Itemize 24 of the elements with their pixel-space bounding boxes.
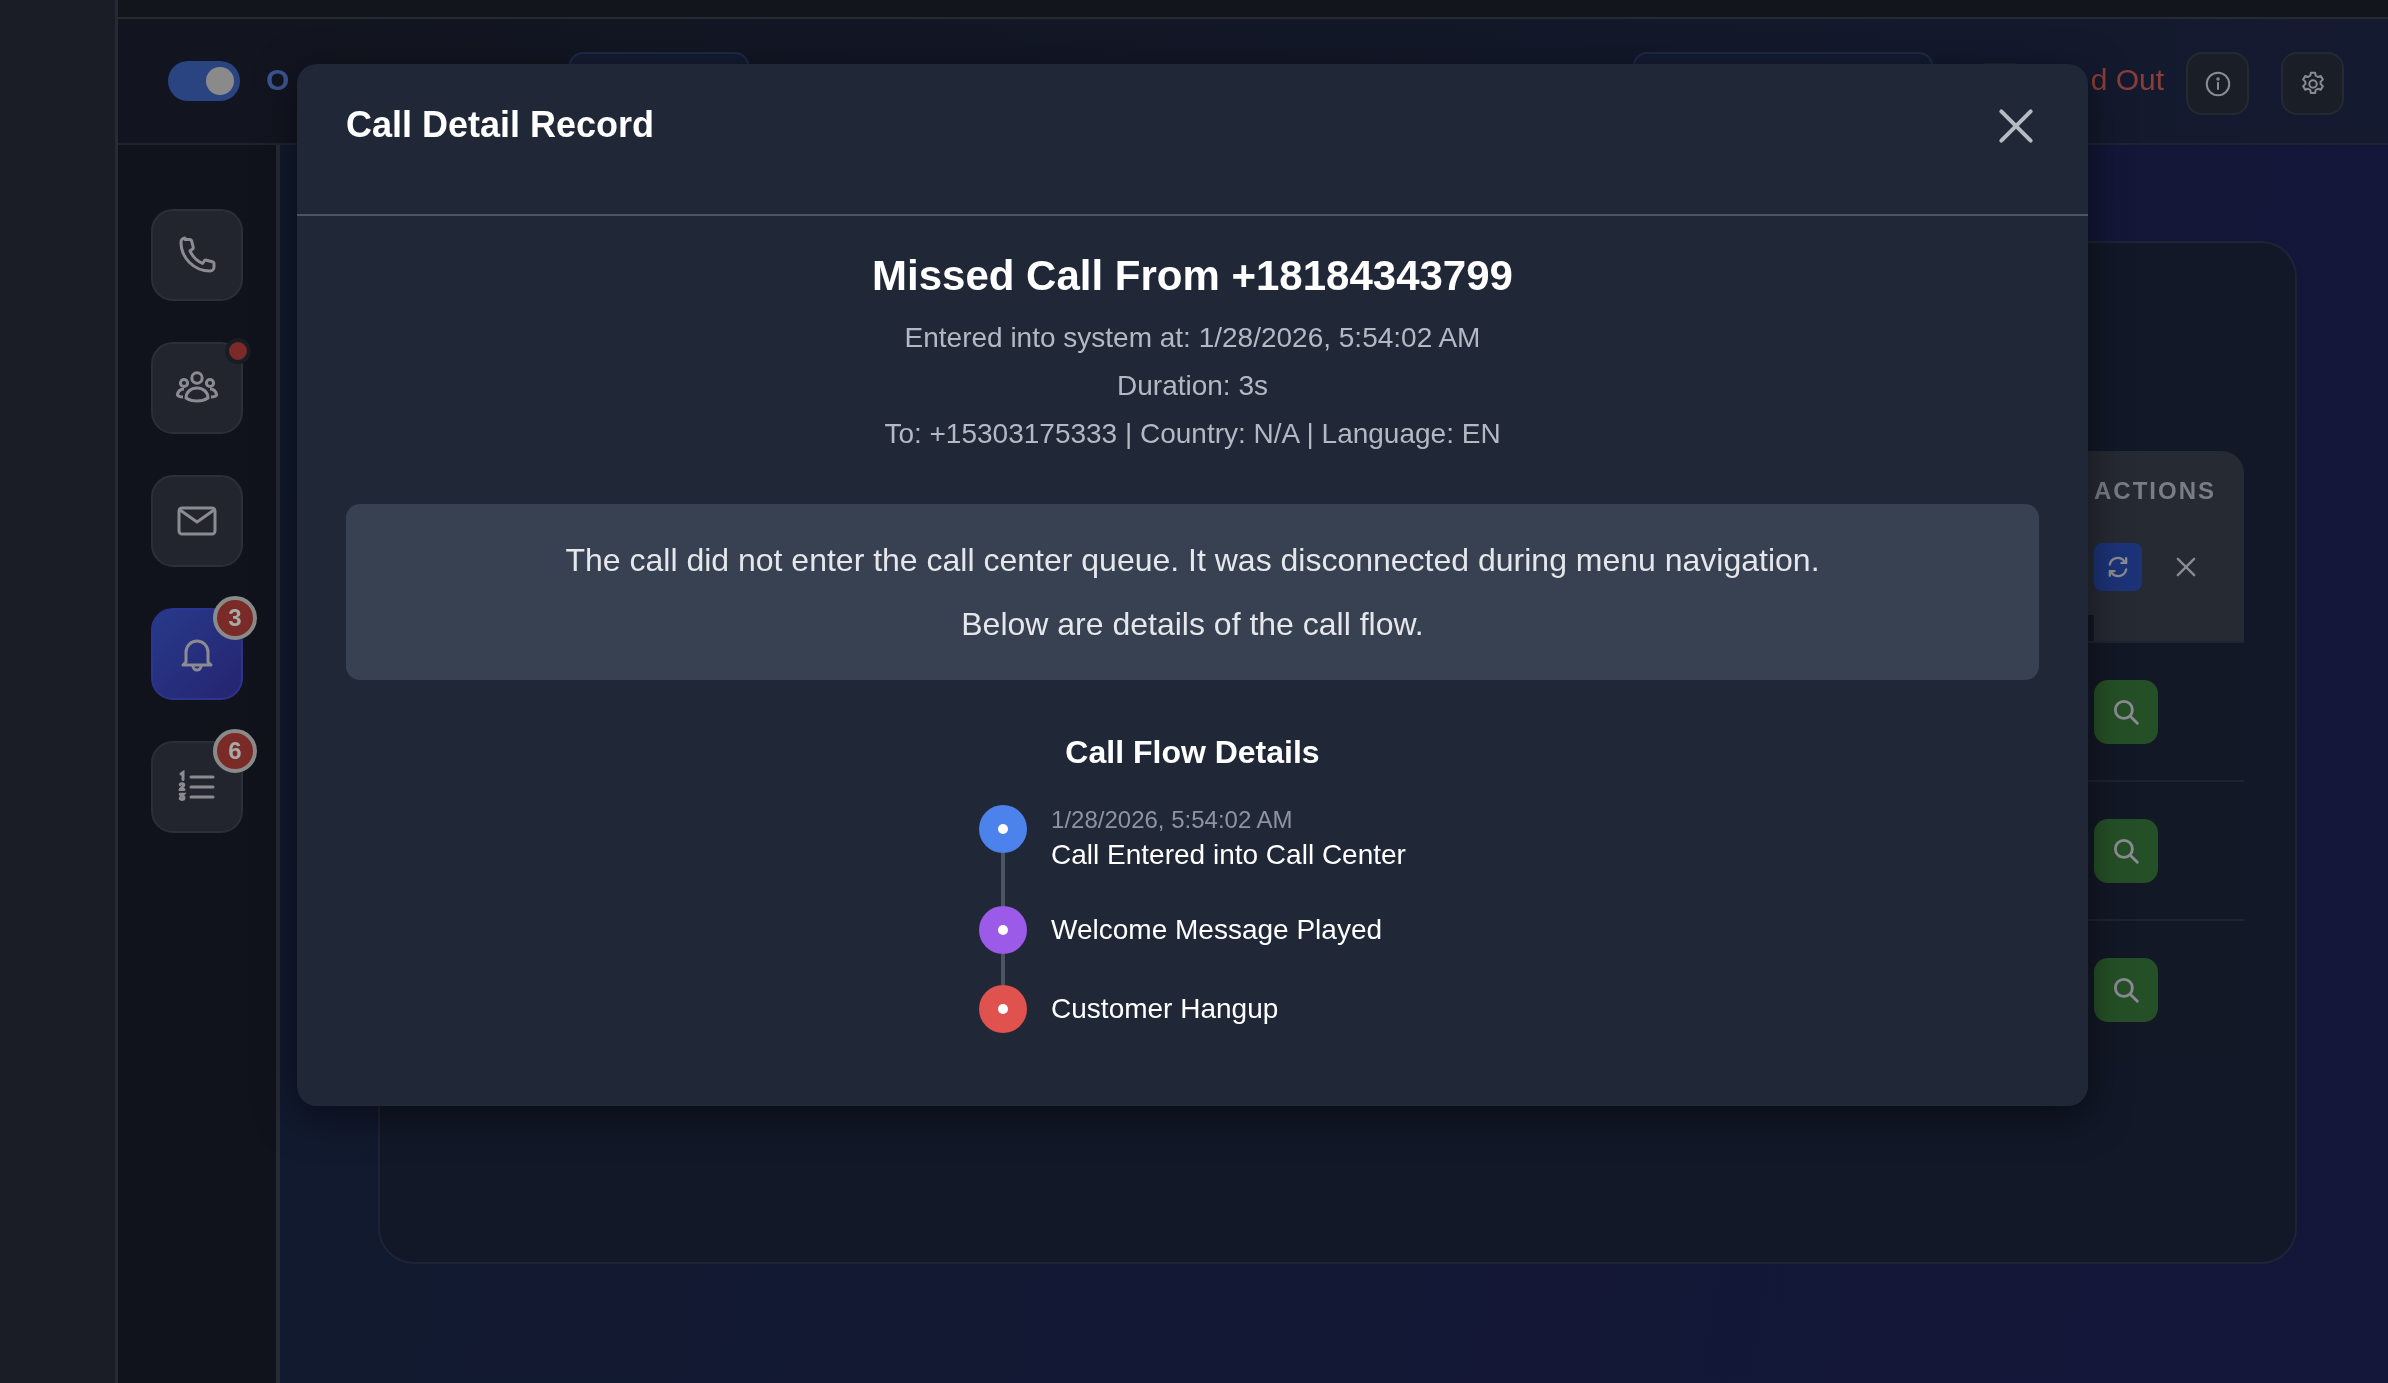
notice-text: The call did not enter the call center queue. It was disconnected during menu navigation. [565, 541, 1820, 580]
call-detail-line: To: +15303175333 | Country: N/A | Language: EN [884, 417, 1501, 451]
dialog-title: Call Detail Record [346, 104, 655, 146]
call-detail-line: Duration: 3s [1117, 369, 1268, 403]
event-time: 1/28/2026, 5:54:02 AM [1051, 805, 1294, 835]
count-badge: 6 [213, 729, 257, 773]
event-title: Welcome Message Played [1051, 913, 1384, 947]
search-button[interactable] [2094, 679, 2158, 744]
column-header: ACTIONS [2094, 477, 2216, 504]
info-button[interactable] [2186, 52, 2249, 115]
notice-text: Below are details of the call flow. [961, 605, 1424, 644]
status-label: O [266, 63, 290, 97]
event-title: Call Entered into Call Center [1051, 838, 1406, 872]
status-toggle[interactable] [168, 61, 240, 101]
section-title: Call Flow Details [1065, 734, 1320, 771]
settings-button[interactable] [2281, 52, 2344, 115]
call-heading: Missed Call From +18184343799 [872, 252, 1513, 300]
search-button[interactable] [2094, 818, 2158, 883]
count-badge: 3 [213, 596, 257, 640]
signed-out-status: d Out [2090, 63, 2164, 97]
search-button[interactable] [2094, 957, 2158, 1022]
event-title: Customer Hangup [1051, 992, 1280, 1026]
refresh-button[interactable] [2094, 543, 2142, 591]
call-detail-line: Entered into system at: 1/28/2026, 5:54:02 AM [904, 321, 1481, 355]
